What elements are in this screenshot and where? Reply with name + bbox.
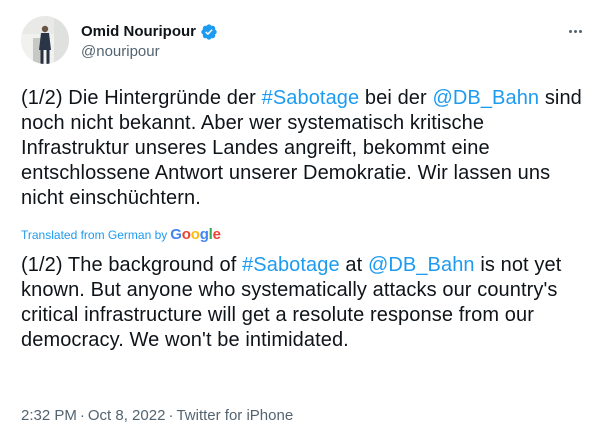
tweet-text-segment: (1/2) The background of: [21, 254, 243, 276]
google-logo-letter: g: [199, 226, 209, 243]
mention-link[interactable]: @DB_Bahn: [368, 254, 475, 276]
tweet-text-segment: bei der: [359, 87, 433, 109]
translation-attribution[interactable]: Translated from German by Google: [21, 226, 221, 244]
hashtag-link[interactable]: #Sabotage: [242, 254, 340, 276]
display-name[interactable]: Omid Nouripour: [81, 22, 196, 42]
tweet-original-text: (1/2) Die Hintergründe der #Sabotage bei…: [21, 86, 586, 211]
google-logo: Google: [170, 227, 221, 243]
tweet-text-segment: at: [339, 254, 368, 276]
verified-badge-icon: [200, 23, 218, 41]
tweet-date[interactable]: Oct 8, 2022: [88, 407, 166, 424]
more-dots-icon: [573, 29, 577, 33]
google-logo-letter: o: [181, 226, 191, 243]
tweet-time[interactable]: 2:32 PM: [21, 407, 77, 424]
avatar[interactable]: [21, 16, 69, 64]
hashtag-link[interactable]: #Sabotage: [262, 87, 360, 109]
translated-label: Translated from German by: [21, 228, 168, 242]
meta-separator: ·: [79, 407, 85, 424]
tweet-metadata: 2:32 PM · Oct 8, 2022 · Twitter for iPhone: [21, 406, 293, 426]
tweet-source[interactable]: Twitter for iPhone: [176, 407, 293, 424]
avatar-photo: [21, 16, 69, 64]
tweet-text-segment: (1/2) Die Hintergründe der: [21, 87, 262, 109]
author-handle[interactable]: @nouripour: [81, 42, 160, 62]
tweet-card: Omid Nouripour @nouripour (1/2) Die Hint…: [0, 0, 602, 431]
more-dots-icon: [568, 29, 572, 33]
mention-link[interactable]: @DB_Bahn: [432, 87, 539, 109]
google-logo-letter: o: [190, 226, 200, 243]
tweet-translated-text: (1/2) The background of #Sabotage at @DB…: [21, 253, 586, 353]
google-logo-letter: e: [212, 226, 221, 243]
more-dots-icon: [578, 29, 582, 33]
google-logo-letter: G: [170, 226, 182, 243]
meta-separator: ·: [168, 407, 174, 424]
author-name-row[interactable]: Omid Nouripour: [81, 21, 218, 43]
more-options-button[interactable]: [562, 22, 588, 40]
